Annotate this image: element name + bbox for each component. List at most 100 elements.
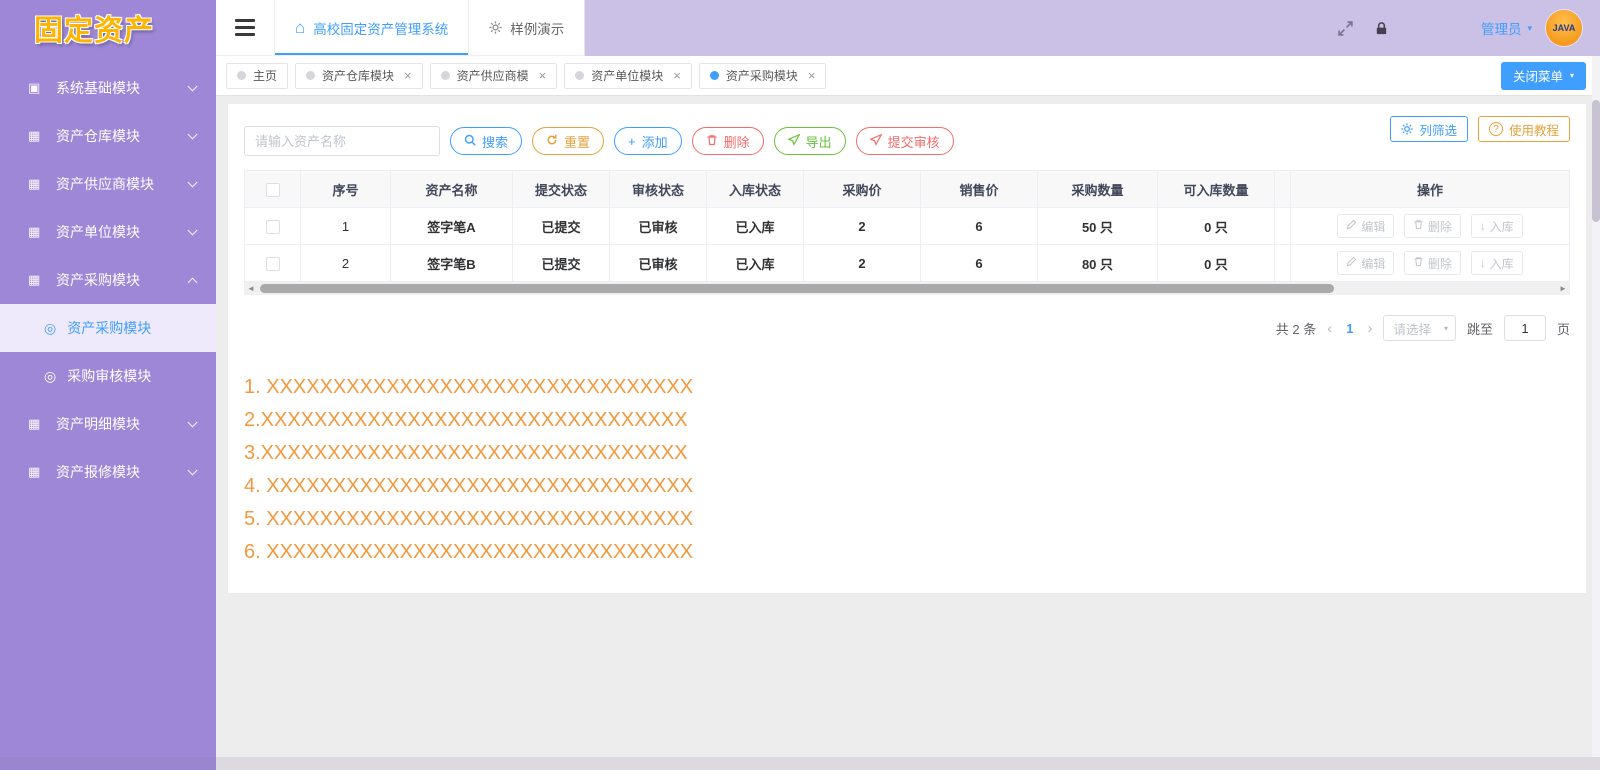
- edit-icon: [1346, 219, 1357, 233]
- tag-unit[interactable]: 资产单位模块 ×: [564, 62, 692, 89]
- page-size-placeholder: 请选择: [1393, 322, 1431, 337]
- note-line: 5. XXXXXXXXXXXXXXXXXXXXXXXXXXXXXXXX: [244, 508, 694, 530]
- note-line: 3.XXXXXXXXXXXXXXXXXXXXXXXXXXXXXXXX: [244, 442, 688, 464]
- close-menu-button[interactable]: 关闭菜单 ▾: [1500, 61, 1586, 90]
- col-purchase-qty: 采购数量: [1037, 170, 1158, 208]
- submit-review-button[interactable]: 提交审核: [855, 127, 954, 155]
- sidebar-item-unit[interactable]: ▦ 资产单位模块: [0, 208, 216, 256]
- row-delete-button[interactable]: 删除: [1403, 214, 1461, 238]
- tag-home[interactable]: 主页: [226, 62, 289, 89]
- sidebar-item-system-base[interactable]: ▣ 系统基础模块: [0, 64, 216, 112]
- tag-warehouse[interactable]: 资产仓库模块 ×: [295, 62, 423, 89]
- table-horizontal-scrollbar[interactable]: ◄ ►: [244, 282, 1570, 295]
- cell-purchase-price: 2: [803, 244, 921, 282]
- cell-sale-price: 6: [920, 207, 1038, 245]
- target-icon: ◎: [44, 367, 57, 384]
- username: 管理员: [1480, 22, 1522, 37]
- add-button[interactable]: + 添加: [614, 127, 682, 155]
- arrow-down-icon: ↓: [1479, 256, 1486, 270]
- sidebar-item-detail[interactable]: ▦ 资产明细模块: [0, 400, 216, 448]
- reset-button[interactable]: 重置: [532, 127, 605, 155]
- cell-purchase-qty: 80 只: [1037, 244, 1158, 282]
- topbar-right: 管理员 ▾ JAVA: [1337, 0, 1600, 56]
- avatar[interactable]: JAVA: [1546, 10, 1582, 46]
- close-icon[interactable]: ×: [404, 68, 412, 83]
- search-input[interactable]: [244, 126, 440, 156]
- row-checkbox[interactable]: [265, 219, 280, 234]
- user-menu[interactable]: 管理员 ▾: [1481, 18, 1532, 38]
- search-button[interactable]: 搜索: [450, 127, 523, 155]
- lock-icon[interactable]: [1374, 21, 1389, 36]
- search-icon: [464, 134, 476, 149]
- tab-demo[interactable]: 样例演示: [468, 0, 584, 55]
- scrollbar-thumb[interactable]: [1592, 100, 1600, 222]
- sidebar-subitem-purchase[interactable]: ◎ 资产采购模块: [0, 304, 216, 352]
- reset-label: 重置: [564, 134, 591, 150]
- row-delete-button[interactable]: 删除: [1403, 251, 1461, 275]
- tag-label: 资产仓库模块: [322, 69, 395, 83]
- jump-page-input[interactable]: [1503, 315, 1546, 341]
- sidebar-item-warehouse[interactable]: ▦ 资产仓库模块: [0, 112, 216, 160]
- page-vertical-scrollbar[interactable]: [1592, 56, 1600, 757]
- row-stock-in-button[interactable]: ↓ 入库: [1470, 214, 1523, 238]
- close-icon[interactable]: ×: [673, 68, 681, 83]
- tab-label: 高校固定资产管理系统: [313, 21, 449, 37]
- tutorial-button[interactable]: ? 使用教程: [1477, 116, 1570, 142]
- chevron-down-icon: [187, 225, 198, 235]
- chevron-down-icon: [187, 129, 198, 139]
- delete-button[interactable]: 删除: [691, 127, 764, 155]
- refresh-icon: [546, 134, 558, 149]
- sidebar-item-label: 资产供应商模块: [56, 176, 154, 192]
- close-icon[interactable]: ×: [539, 68, 547, 83]
- chevron-up-icon: [187, 277, 198, 287]
- row-checkbox[interactable]: [265, 256, 280, 271]
- sidebar-item-supplier[interactable]: ▦ 资产供应商模块: [0, 160, 216, 208]
- tag-purchase[interactable]: 资产采购模块 ×: [698, 62, 827, 89]
- submit-review-label: 提交审核: [887, 134, 940, 150]
- sidebar-subitem-purchase-review[interactable]: ◎ 采购审核模块: [0, 352, 216, 400]
- sidebar-item-purchase[interactable]: ▦ 资产采购模块: [0, 256, 216, 304]
- tag-dot-icon: [575, 71, 585, 80]
- select-all-checkbox[interactable]: [265, 182, 280, 197]
- row-edit-button[interactable]: 编辑: [1337, 251, 1395, 275]
- grid-icon: ▦: [28, 272, 41, 287]
- caret-down-icon: ▾: [1527, 22, 1532, 33]
- row-stock-in-label: 入库: [1489, 219, 1514, 234]
- page-size-select[interactable]: 请选择 ▾: [1383, 315, 1456, 341]
- menu-toggle-button[interactable]: [216, 0, 274, 55]
- panel-tools: 列筛选 ? 使用教程: [1390, 116, 1570, 142]
- current-page[interactable]: 1: [1343, 321, 1356, 336]
- tab-system-title[interactable]: ⌂ 高校固定资产管理系统: [274, 0, 469, 55]
- scrollbar-thumb[interactable]: [260, 284, 1335, 293]
- prev-page-icon[interactable]: ‹: [1327, 320, 1332, 337]
- scroll-right-icon[interactable]: ►: [1556, 282, 1570, 295]
- next-page-icon[interactable]: ›: [1367, 320, 1372, 337]
- row-stock-in-button[interactable]: ↓ 入库: [1470, 251, 1523, 275]
- row-edit-button[interactable]: 编辑: [1337, 214, 1395, 238]
- export-button[interactable]: 导出: [773, 127, 846, 155]
- close-icon[interactable]: ×: [808, 68, 816, 83]
- sidebar-item-repair[interactable]: ▦ 资产报修模块: [0, 448, 216, 496]
- trash-icon: [706, 134, 718, 149]
- tag-dot-icon: [440, 71, 450, 80]
- note-line: 2.XXXXXXXXXXXXXXXXXXXXXXXXXXXXXXXX: [244, 409, 688, 431]
- scroll-left-icon[interactable]: ◄: [244, 282, 258, 295]
- grid-icon: ▦: [28, 224, 41, 239]
- fullscreen-icon[interactable]: [1337, 20, 1354, 37]
- tag-dot-icon: [306, 71, 316, 80]
- tag-dot-icon: [709, 71, 719, 80]
- cell-stockable-qty: 0 只: [1157, 244, 1275, 282]
- chevron-down-icon: [187, 465, 198, 475]
- sidebar-item-label: 资产单位模块: [56, 224, 140, 240]
- chevron-down-icon: [187, 417, 198, 427]
- row-edit-label: 编辑: [1361, 256, 1386, 271]
- page-horizontal-scrollbar[interactable]: [0, 757, 1600, 770]
- jump-label: 跳至: [1466, 321, 1493, 337]
- column-filter-label: 列筛选: [1419, 123, 1457, 138]
- scrollbar-thumb[interactable]: [0, 757, 216, 770]
- column-filter-button[interactable]: 列筛选: [1390, 116, 1468, 142]
- sidebar-item-label: 系统基础模块: [56, 80, 140, 96]
- cell-purchase-price: 2: [803, 207, 921, 245]
- row-delete-label: 删除: [1427, 256, 1452, 271]
- tag-supplier[interactable]: 资产供应商模 ×: [429, 62, 558, 89]
